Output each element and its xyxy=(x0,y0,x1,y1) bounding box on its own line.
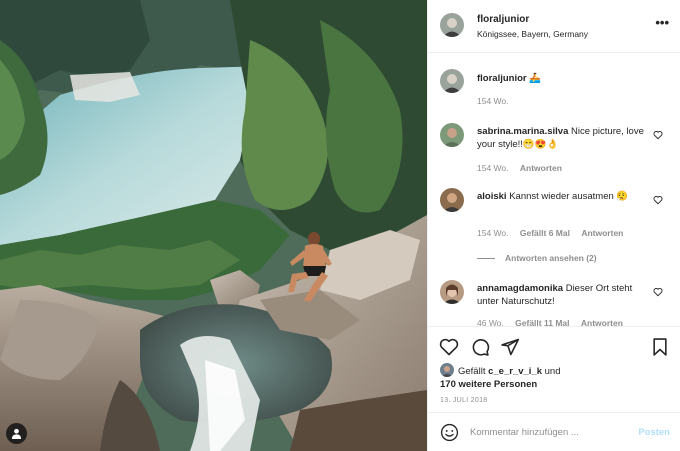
reply-button[interactable]: Antworten xyxy=(581,318,623,326)
author-avatar[interactable] xyxy=(440,13,464,37)
comments-list[interactable]: floraljunior 🚣 154 Wo. sabrina.marina.si… xyxy=(428,53,680,326)
comment-likes[interactable]: Gefällt 6 Mal xyxy=(520,228,570,238)
post-date[interactable]: 13. JULI 2018 xyxy=(440,397,488,404)
likes-others-link[interactable]: 170 weitere Personen xyxy=(440,379,537,390)
more-options-icon[interactable]: ••• xyxy=(655,16,669,29)
comment-age[interactable]: 154 Wo. xyxy=(477,163,509,173)
commenter-avatar[interactable] xyxy=(440,123,464,147)
reply-button[interactable]: Antworten xyxy=(520,163,562,173)
bookmark-save-icon[interactable] xyxy=(650,337,670,357)
comment-meta: 154 Wo. Antworten xyxy=(477,163,571,173)
commenter-username[interactable]: aloiski xyxy=(477,191,507,202)
comment-input[interactable] xyxy=(470,423,620,442)
emoji-smiley-icon[interactable] xyxy=(440,423,459,442)
caption-text: floraljunior 🚣 xyxy=(477,72,647,85)
view-replies-label: Antworten ansehen (2) xyxy=(505,253,597,263)
person-tag-icon xyxy=(11,428,22,439)
caption-age[interactable]: 154 Wo. xyxy=(477,96,509,106)
post-comment-button[interactable]: Posten xyxy=(638,427,670,438)
commenter-username[interactable]: annamagdamonika xyxy=(477,283,563,294)
post-header: floraljunior Königssee, Bayern, Germany … xyxy=(428,0,680,53)
replies-divider xyxy=(477,258,495,260)
like-heart-icon[interactable] xyxy=(439,337,459,357)
likes-prefix: Gefällt xyxy=(458,366,486,377)
comment-text: sabrina.marina.silva Nice picture, love … xyxy=(477,125,647,151)
comment-text: annamagdamonika Dieser Ort steht unter N… xyxy=(477,282,647,308)
like-comment-heart-icon[interactable] xyxy=(653,287,663,297)
commenter-username[interactable]: sabrina.marina.silva xyxy=(477,126,568,137)
caption-body: 🚣 xyxy=(529,73,542,84)
comment-age[interactable]: 46 Wo. xyxy=(477,318,504,326)
tagged-users-button[interactable] xyxy=(6,423,27,444)
comment-bubble-icon[interactable] xyxy=(470,337,490,357)
comment-meta: 46 Wo. Gefällt 11 Mal Antworten xyxy=(477,318,632,326)
caption-username[interactable]: floraljunior xyxy=(477,73,527,84)
reply-button[interactable]: Antworten xyxy=(581,228,623,238)
comment-composer: Posten xyxy=(428,412,680,451)
like-comment-heart-icon[interactable] xyxy=(653,130,663,140)
view-replies-button[interactable]: Antworten ansehen (2) xyxy=(477,253,597,263)
author-username[interactable]: floraljunior xyxy=(477,14,529,25)
comment-likes[interactable]: Gefällt 11 Mal xyxy=(515,318,569,326)
caption-meta: 154 Wo. xyxy=(477,96,518,106)
liker-username[interactable]: c_e_r_v_i_k xyxy=(488,366,542,377)
like-comment-heart-icon[interactable] xyxy=(653,195,663,205)
likes-summary: Gefällt c_e_r_v_i_k und 170 weitere Pers… xyxy=(440,363,561,391)
share-send-icon[interactable] xyxy=(500,337,520,357)
post-side-panel: floraljunior Königssee, Bayern, Germany … xyxy=(427,0,680,451)
liker-avatar[interactable] xyxy=(440,363,454,377)
photo-scene xyxy=(0,0,427,451)
comment-meta: 154 Wo. Gefällt 6 Mal Antworten xyxy=(477,228,632,238)
comment-age[interactable]: 154 Wo. xyxy=(477,228,509,238)
post-photo[interactable] xyxy=(0,0,427,451)
post-actions: Gefällt c_e_r_v_i_k und 170 weitere Pers… xyxy=(428,326,680,412)
caption-author-avatar[interactable] xyxy=(440,69,464,93)
likes-conjunction: und xyxy=(544,366,561,377)
comment-body: Kannst wieder ausatmen 😮‍💨 xyxy=(509,191,629,202)
commenter-avatar[interactable] xyxy=(440,188,464,212)
commenter-avatar[interactable] xyxy=(440,280,464,304)
comment-text: aloiski Kannst wieder ausatmen 😮‍💨 xyxy=(477,190,647,203)
post-location[interactable]: Königssee, Bayern, Germany xyxy=(477,29,588,39)
